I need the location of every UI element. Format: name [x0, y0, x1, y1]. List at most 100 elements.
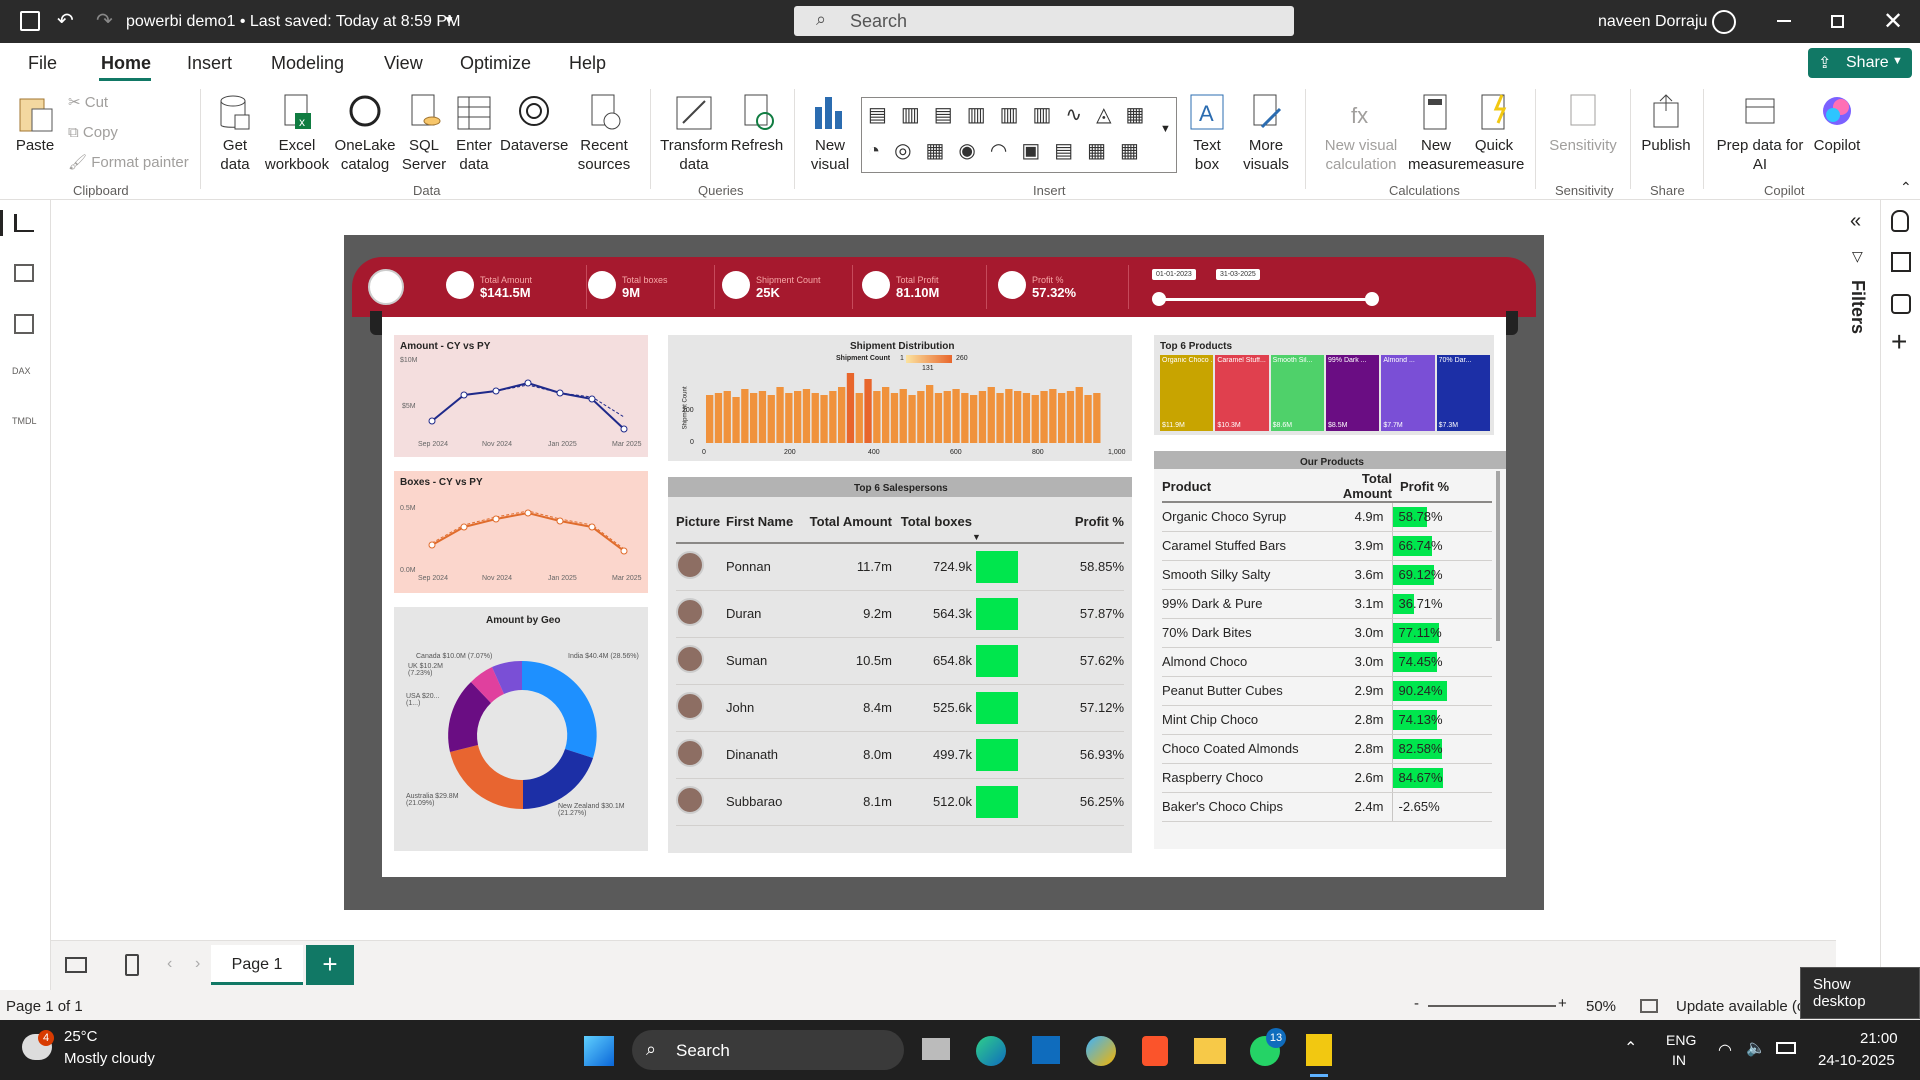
excel-workbook-button[interactable]: x Excel workbook	[262, 93, 332, 174]
file-explorer-icon[interactable]	[1194, 1038, 1226, 1064]
col-profit[interactable]: Profit %	[1022, 501, 1124, 543]
boxes-cy-py-chart[interactable]: Boxes - CY vs PY 0.5M 0.0M Sep 2024 Nov …	[394, 471, 648, 593]
menu-file[interactable]: File	[28, 53, 57, 74]
table-row[interactable]: John 8.4m 525.6k 57.12%	[676, 684, 1124, 732]
dax-query-icon[interactable]: DAX	[12, 366, 31, 376]
table-row[interactable]: Raspberry Choco 2.6m 84.67%	[1162, 763, 1492, 793]
top-product-tile[interactable]: 70% Dar... $7.3M	[1436, 355, 1490, 431]
table-row[interactable]: 70% Dark Bites 3.0m 77.11%	[1162, 618, 1492, 648]
recent-sources-button[interactable]: Recent sources	[570, 93, 638, 174]
zoom-slider[interactable]	[1428, 1005, 1556, 1007]
wifi-icon[interactable]: ◠	[1718, 1040, 1732, 1060]
weather-text[interactable]: Mostly cloudy	[64, 1050, 155, 1067]
new-measure-button[interactable]: New measure	[1408, 93, 1466, 174]
save-icon[interactable]	[20, 11, 40, 31]
next-page-icon[interactable]: ›	[195, 955, 200, 973]
col-total-boxes[interactable]: Total boxes	[892, 501, 972, 543]
new-visual-calculation-button[interactable]: fx New visual calculation	[1316, 93, 1406, 174]
gallery-expand-icon[interactable]: ▼	[1160, 123, 1171, 135]
user-name[interactable]: naveen Dorraju	[1598, 13, 1707, 31]
build-visual-icon[interactable]	[1891, 252, 1911, 272]
expand-filters-icon[interactable]: «	[1850, 210, 1861, 233]
date-slicer[interactable]: 01-01-2023 31-03-2025	[1152, 269, 1379, 309]
scrollbar[interactable]	[1496, 471, 1500, 641]
col-first-name[interactable]: First Name	[726, 501, 802, 543]
top-product-tile[interactable]: Almond ... $7.7M	[1381, 355, 1435, 431]
amount-by-geo-chart[interactable]: Amount by Geo Canada $10.0M (7.07%) UK $…	[394, 607, 648, 851]
maximize-icon[interactable]	[1831, 15, 1844, 28]
language-2[interactable]: IN	[1672, 1052, 1686, 1068]
sql-server-button[interactable]: SQL Server	[398, 93, 450, 174]
paste-button[interactable]: Paste	[10, 93, 60, 155]
top-product-tile[interactable]: Smooth Sil... $8.6M	[1270, 355, 1324, 431]
col-picture[interactable]: Picture	[676, 501, 726, 543]
report-view-icon[interactable]	[14, 214, 34, 232]
onelake-catalog-button[interactable]: OneLake catalog	[333, 93, 397, 174]
our-products-table[interactable]: Our Products Product Total Amount Profit…	[1154, 451, 1506, 849]
undo-icon[interactable]: ↶	[57, 8, 74, 33]
language-1[interactable]: ENG	[1666, 1032, 1696, 1048]
amount-cy-py-chart[interactable]: Amount - CY vs PY $10M $5M Sep 2024 Nov …	[394, 335, 648, 457]
table-row[interactable]: Peanut Butter Cubes 2.9m 90.24%	[1162, 676, 1492, 706]
top-product-tile[interactable]: Caramel Stuff... $10.3M	[1215, 355, 1269, 431]
data-pane-icon[interactable]	[1891, 210, 1909, 232]
battery-icon[interactable]	[1776, 1042, 1796, 1054]
col-total-amount[interactable]: Total Amount	[802, 501, 892, 543]
menu-home[interactable]: Home	[101, 53, 151, 74]
format-painter-button[interactable]: 🖌 Format painter	[68, 153, 189, 172]
sensitivity-button[interactable]: Sensitivity	[1543, 93, 1623, 155]
slider-start-handle[interactable]	[1152, 292, 1166, 306]
copilot-taskbar-icon[interactable]	[1086, 1036, 1116, 1066]
cut-button[interactable]: ✂ Cut	[68, 93, 108, 112]
start-icon[interactable]	[584, 1036, 614, 1066]
table-row[interactable]: Dinanath 8.0m 499.7k 56.93%	[676, 731, 1124, 779]
table-row[interactable]: Organic Choco Syrup 4.9m 58.78%	[1162, 502, 1492, 532]
publish-button[interactable]: Publish	[1638, 93, 1694, 155]
add-pane-icon[interactable]: +	[1891, 326, 1907, 358]
search-bar[interactable]: ⌕ Search	[794, 6, 1294, 36]
zoom-in[interactable]: +	[1558, 995, 1567, 1012]
desktop-layout-icon[interactable]	[65, 957, 87, 973]
table-row[interactable]: Mint Chip Choco 2.8m 74.13%	[1162, 705, 1492, 735]
shipment-distribution-chart[interactable]: Shipment Distribution Shipment Count 1 2…	[668, 335, 1132, 461]
copilot-button[interactable]: Copilot	[1806, 93, 1868, 155]
store-icon[interactable]	[1032, 1036, 1060, 1064]
menu-optimize[interactable]: Optimize	[460, 53, 531, 74]
visuals-gallery[interactable]: ▤▥▤▥▥▥∿◬▦ ◔◎▦◉◠▣▤▦▦	[861, 97, 1177, 173]
col-total-amount[interactable]: Total Amount	[1312, 471, 1392, 502]
tab-page-1[interactable]: Page 1	[211, 945, 303, 985]
filters-pane[interactable]: « ▽ Filters	[1836, 200, 1880, 990]
top-products-chart[interactable]: Top 6 Products Organic Choco ... $11.9M Ca…	[1154, 335, 1494, 435]
top-product-tile[interactable]: 99% Dark ... $8.5M	[1325, 355, 1380, 431]
zoom-out[interactable]: -	[1414, 995, 1419, 1012]
top-product-tile[interactable]: Organic Choco ... $11.9M	[1160, 355, 1214, 431]
col-profit[interactable]: Profit %	[1392, 471, 1492, 502]
brave-icon[interactable]	[1142, 1036, 1168, 1066]
zoom-level[interactable]: 50%	[1586, 998, 1616, 1015]
slider-end-handle[interactable]	[1365, 292, 1379, 306]
volume-icon[interactable]: 🔈	[1746, 1038, 1766, 1058]
table-row[interactable]: Caramel Stuffed Bars 3.9m 66.74%	[1162, 531, 1492, 561]
prep-data-ai-button[interactable]: Prep data for AI	[1712, 93, 1808, 174]
menu-insert[interactable]: Insert	[187, 53, 232, 74]
tmdl-view-icon[interactable]: TMDL	[12, 416, 37, 426]
end-date-input[interactable]: 31-03-2025	[1216, 269, 1260, 280]
task-view-icon[interactable]	[922, 1038, 950, 1060]
col-product[interactable]: Product	[1162, 471, 1312, 502]
table-view-icon[interactable]	[14, 264, 34, 282]
share-button[interactable]: ⇪ Share ▼	[1808, 48, 1912, 78]
minimize-icon[interactable]	[1777, 20, 1791, 22]
text-box-button[interactable]: A Text box	[1182, 93, 1232, 174]
powerbi-icon[interactable]	[1306, 1034, 1332, 1066]
prev-page-icon[interactable]: ‹	[167, 955, 172, 973]
add-page-button[interactable]: +	[306, 945, 354, 985]
get-data-button[interactable]: Get data	[210, 93, 260, 174]
menu-view[interactable]: View	[384, 53, 423, 74]
table-row[interactable]: Ponnan 11.7m 724.9k 58.85%	[676, 543, 1124, 591]
format-visual-icon[interactable]	[1891, 294, 1911, 314]
menu-modeling[interactable]: Modeling	[271, 53, 344, 74]
dataverse-button[interactable]: Dataverse	[500, 93, 568, 155]
mobile-layout-icon[interactable]	[125, 954, 139, 976]
clock-date[interactable]: 24-10-2025	[1818, 1052, 1895, 1069]
table-row[interactable]: 99% Dark & Pure 3.1m 36.71%	[1162, 589, 1492, 619]
